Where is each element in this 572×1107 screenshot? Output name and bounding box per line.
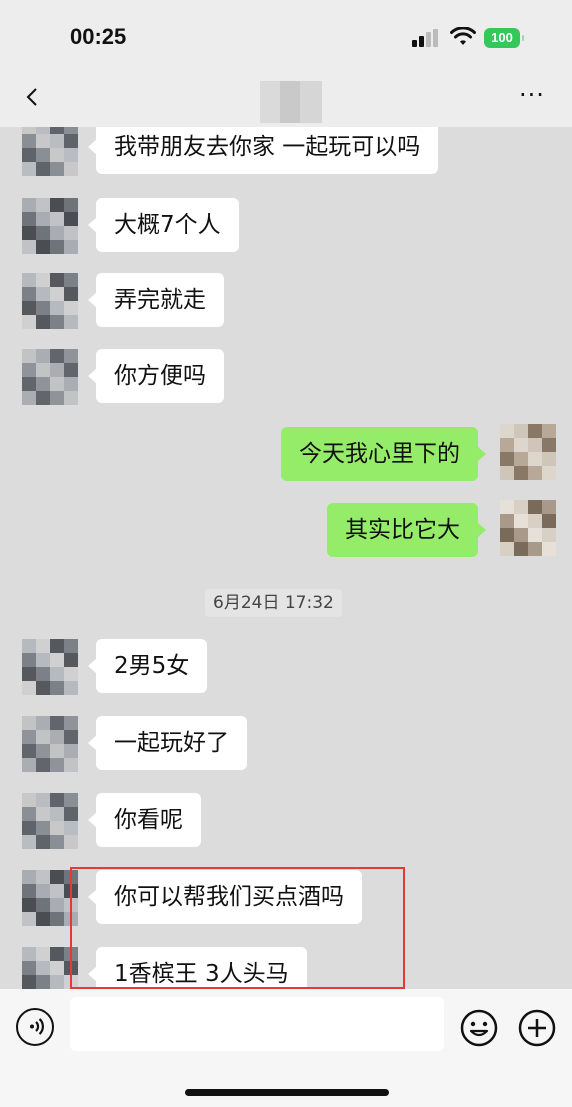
incoming-message[interactable]: 我带朋友去你家 一起玩可以吗 (87, 127, 439, 174)
contact-avatar[interactable] (22, 639, 78, 695)
emoji-icon[interactable] (459, 1008, 499, 1048)
contact-avatar[interactable] (22, 716, 78, 772)
outgoing-message[interactable]: 其实比它大 (327, 503, 486, 557)
nav-bar: ··· (0, 75, 572, 127)
chat-area[interactable]: 我带朋友去你家 一起玩可以吗大概7个人弄完就走你方便吗今天我心里下的其实比它大 2… (0, 127, 572, 989)
contact-avatar[interactable] (22, 273, 78, 329)
wifi-icon (450, 27, 476, 45)
contact-avatar[interactable] (22, 349, 78, 405)
chevron-left-icon[interactable] (22, 85, 44, 109)
highlight-box (70, 867, 405, 989)
contact-avatar[interactable] (22, 127, 78, 176)
contact-avatar[interactable] (22, 198, 78, 254)
status-bar: 00:25 100 (0, 0, 572, 75)
message-timestamp: 6月24日 17:32 (205, 589, 342, 617)
incoming-message[interactable]: 你方便吗 (88, 349, 224, 403)
self-avatar[interactable] (500, 424, 556, 480)
status-time: 00:25 (70, 24, 127, 49)
more-icon[interactable]: ··· (512, 83, 552, 111)
incoming-message[interactable]: 你看呢 (88, 793, 201, 847)
incoming-message[interactable]: 一起玩好了 (88, 716, 247, 770)
incoming-message[interactable]: 弄完就走 (88, 273, 224, 327)
signal-icon (412, 29, 438, 47)
incoming-message[interactable]: 大概7个人 (88, 198, 239, 252)
contact-name-blurred (260, 81, 322, 123)
incoming-message[interactable]: 2男5女 (87, 639, 208, 693)
home-indicator[interactable] (185, 1089, 389, 1096)
contact-avatar[interactable] (22, 793, 78, 849)
outgoing-message[interactable]: 今天我心里下的 (281, 427, 486, 481)
message-input[interactable] (70, 997, 444, 1051)
plus-icon[interactable] (517, 1008, 557, 1048)
battery-indicator: 100 (484, 28, 524, 48)
voice-icon[interactable] (16, 1008, 54, 1046)
self-avatar[interactable] (500, 500, 556, 556)
